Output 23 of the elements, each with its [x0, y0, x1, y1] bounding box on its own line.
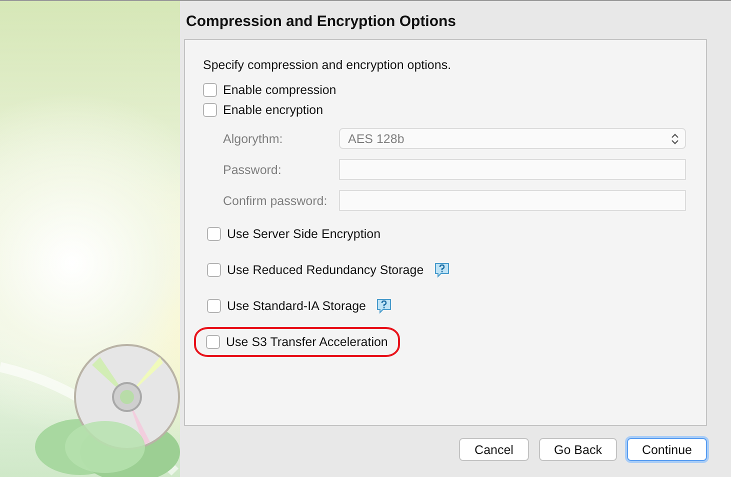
- checkbox[interactable]: [207, 227, 221, 241]
- checkbox-label: Use S3 Transfer Acceleration: [226, 335, 388, 349]
- checkbox-label: Use Reduced Redundancy Storage: [227, 263, 424, 277]
- checkbox[interactable]: [203, 103, 217, 117]
- dialog-button[interactable]: Cancel: [459, 438, 530, 461]
- algorithm-label: Algorythm:: [223, 132, 284, 146]
- help-icon[interactable]: [376, 298, 392, 314]
- help-icon[interactable]: [434, 262, 450, 278]
- checkbox[interactable]: [203, 83, 217, 97]
- password-label: Password:: [223, 162, 282, 176]
- checkbox-label: Use Standard-IA Storage: [227, 299, 366, 313]
- default-button[interactable]: Continue: [626, 438, 707, 461]
- updown-chevron-icon: [671, 132, 679, 144]
- checkbox-label: Enable compression: [223, 83, 336, 97]
- checkbox-label: Use Server Side Encryption: [227, 227, 381, 241]
- checkbox-label: Enable encryption: [223, 103, 324, 117]
- checkbox[interactable]: [207, 263, 221, 277]
- confirm-password-label: Confirm password:: [223, 194, 328, 208]
- checkbox[interactable]: [206, 335, 220, 349]
- dialog-button[interactable]: Go Back: [539, 438, 617, 461]
- checkbox[interactable]: [207, 299, 221, 313]
- dialog-title: Compression and Encryption Options: [186, 13, 458, 30]
- intro-text: Specify compression and encryption options.: [203, 58, 452, 72]
